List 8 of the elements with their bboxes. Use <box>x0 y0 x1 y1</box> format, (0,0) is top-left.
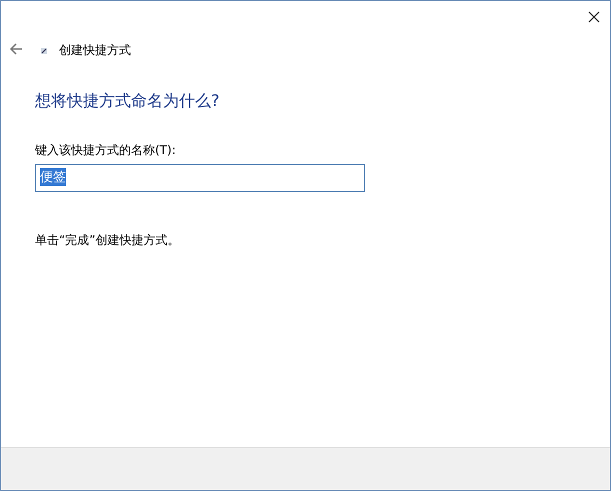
shortcut-icon <box>39 45 49 55</box>
close-icon <box>588 11 600 23</box>
field-label: 键入该快捷方式的名称(T): <box>35 142 177 159</box>
instruction-text: 单击“完成”创建快捷方式。 <box>35 232 180 249</box>
back-arrow-icon <box>9 42 23 56</box>
page-heading: 想将快捷方式命名为什么? <box>35 91 220 112</box>
window-title: 创建快捷方式 <box>59 42 131 58</box>
name-input-field[interactable]: 便签 <box>35 164 365 192</box>
